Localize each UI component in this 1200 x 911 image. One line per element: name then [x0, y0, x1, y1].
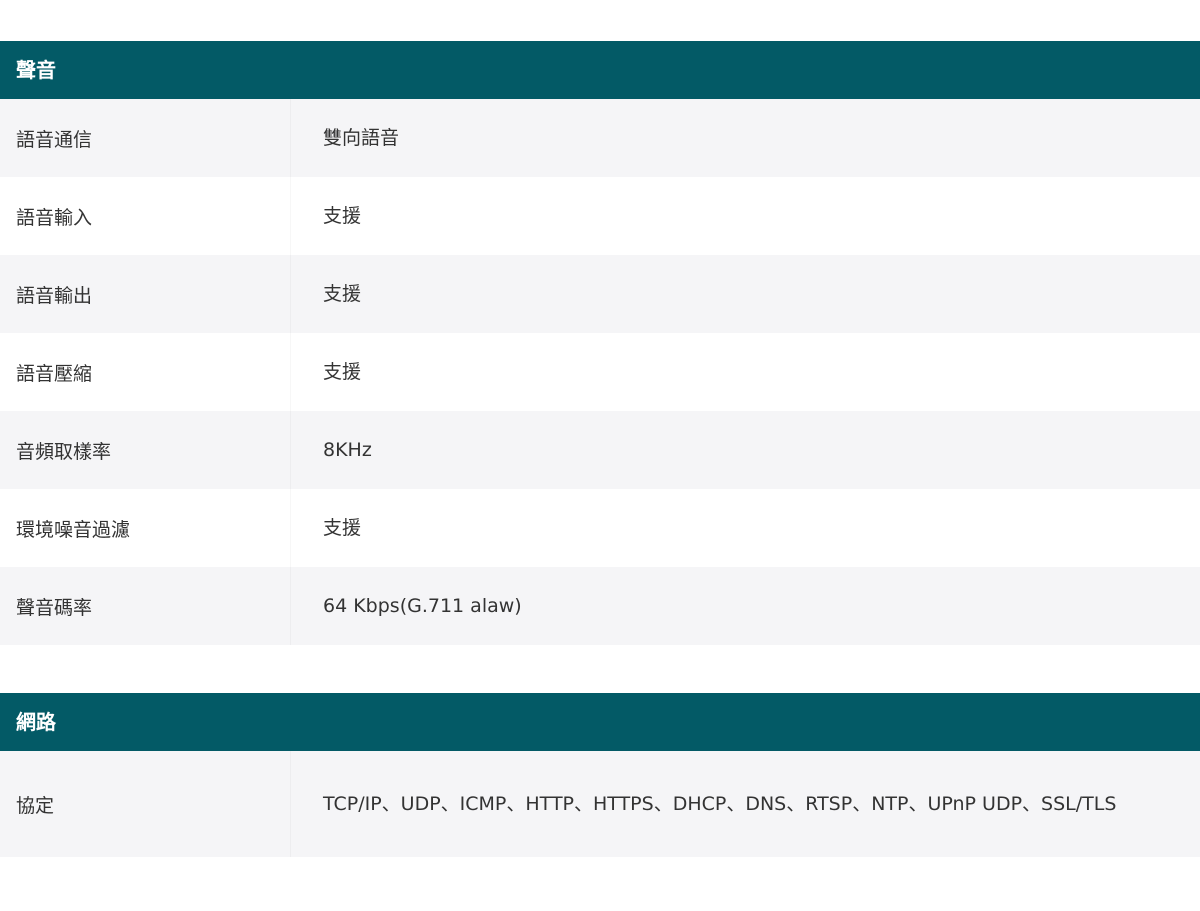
spec-label: 聲音碼率: [0, 567, 291, 645]
network-spec-section: 網路 協定 TCP/IP、UDP、ICMP、HTTP、HTTPS、DHCP、DN…: [0, 693, 1200, 857]
spec-row-audio-bitrate: 聲音碼率 64 Kbps(G.711 alaw): [0, 567, 1200, 645]
spec-label: 音頻取樣率: [0, 411, 291, 489]
section-header-network: 網路: [0, 693, 1200, 751]
spec-value: TCP/IP、UDP、ICMP、HTTP、HTTPS、DHCP、DNS、RTSP…: [323, 792, 1117, 815]
spec-value: 支援: [323, 204, 362, 227]
spec-value: 雙向語音: [323, 126, 400, 149]
spec-row-voice-input: 語音輸入 支援: [0, 177, 1200, 255]
spec-label: 環境噪音過濾: [0, 489, 291, 567]
section-header-audio: 聲音: [0, 41, 1200, 99]
spec-row-sample-rate: 音頻取樣率 8KHz: [0, 411, 1200, 489]
spec-label: 語音壓縮: [0, 333, 291, 411]
audio-spec-section: 聲音 語音通信 雙向語音 語音輸入 支援 語音輸出 支援 語音壓縮 支援 音頻取…: [0, 41, 1200, 645]
spec-label: 語音輸入: [0, 177, 291, 255]
spec-row-noise-filter: 環境噪音過濾 支援: [0, 489, 1200, 567]
spec-value: 支援: [323, 282, 362, 305]
spec-row-voice-output: 語音輸出 支援: [0, 255, 1200, 333]
spec-value: 8KHz: [323, 438, 372, 461]
spec-value: 支援: [323, 516, 362, 539]
spec-label: 協定: [0, 751, 291, 857]
spec-value: 64 Kbps(G.711 alaw): [323, 594, 522, 617]
spec-page: 聲音 語音通信 雙向語音 語音輸入 支援 語音輸出 支援 語音壓縮 支援 音頻取…: [0, 41, 1200, 857]
spec-label: 語音輸出: [0, 255, 291, 333]
spec-row-voice-compression: 語音壓縮 支援: [0, 333, 1200, 411]
spec-row-voice-communication: 語音通信 雙向語音: [0, 99, 1200, 177]
spec-value: 支援: [323, 360, 362, 383]
spec-row-protocols: 協定 TCP/IP、UDP、ICMP、HTTP、HTTPS、DHCP、DNS、R…: [0, 751, 1200, 857]
spec-label: 語音通信: [0, 99, 291, 177]
